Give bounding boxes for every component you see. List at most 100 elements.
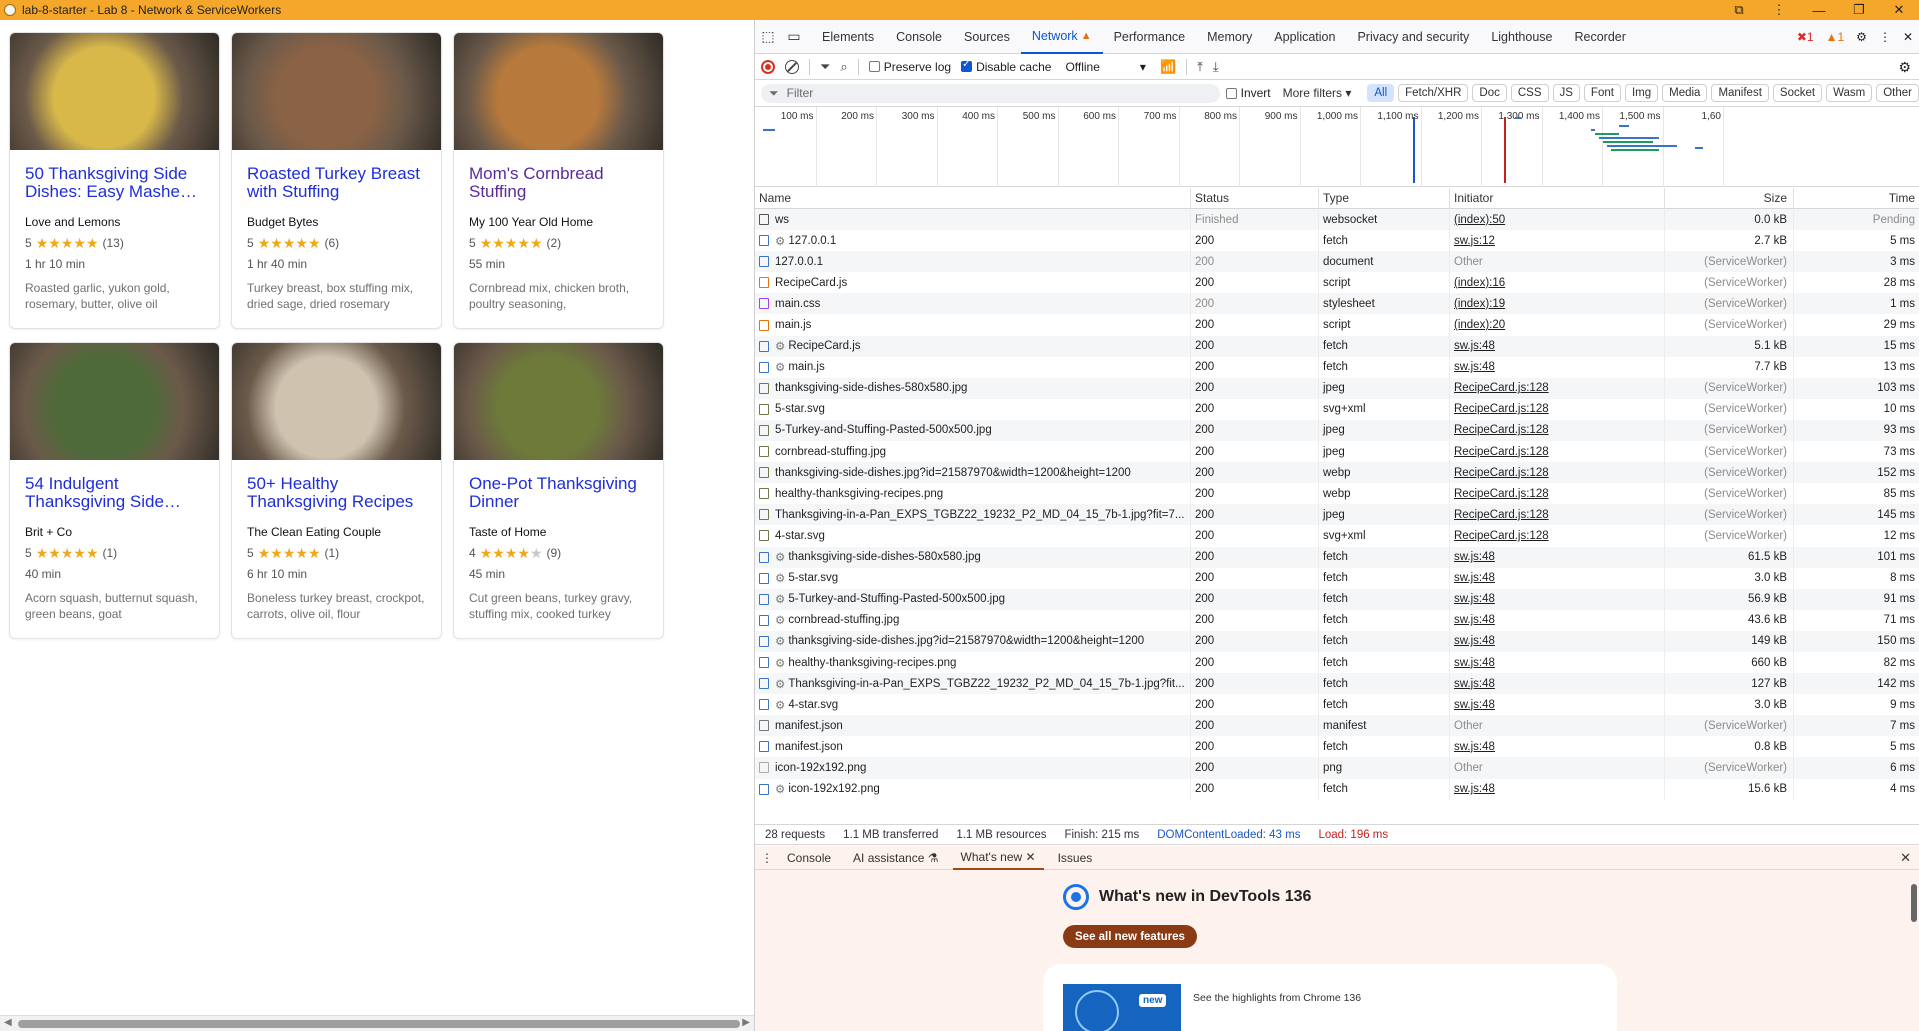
tab-privacy-and-security[interactable]: Privacy and security	[1346, 20, 1480, 54]
drawer-scrollbar[interactable]	[1909, 870, 1919, 1031]
devtools-menu-icon[interactable]: ⋮	[1879, 30, 1891, 44]
request-row[interactable]: thanksgiving-side-dishes-580x580.jpg 200…	[755, 377, 1919, 399]
initiator-cell[interactable]: sw.js:48	[1450, 546, 1665, 568]
request-row[interactable]: healthy-thanksgiving-recipes.png 200 web…	[755, 483, 1919, 505]
initiator-cell[interactable]: sw.js:48	[1450, 588, 1665, 610]
invert-checkbox[interactable]: Invert	[1225, 86, 1271, 100]
error-count[interactable]: ✖1	[1797, 30, 1814, 44]
initiator-link[interactable]: (index):16	[1454, 277, 1505, 289]
request-name-cell[interactable]: thanksgiving-side-dishes.jpg?id=21587970…	[755, 462, 1191, 484]
request-name-cell[interactable]: cornbread-stuffing.jpg	[755, 441, 1191, 463]
scroll-right-icon[interactable]: ▶	[742, 1017, 750, 1028]
request-name-cell[interactable]: ⚙ 4-star.svg	[755, 694, 1191, 716]
filter-chip-fetch-xhr[interactable]: Fetch/XHR	[1398, 84, 1469, 102]
request-name-cell[interactable]: ws	[755, 209, 1191, 231]
recipe-title-link[interactable]: 50+ Healthy Thanksgiving Recipes	[247, 475, 426, 513]
recipe-title-link[interactable]: One-Pot Thanksgiving Dinner	[469, 475, 648, 513]
filter-chip-js[interactable]: JS	[1552, 84, 1580, 102]
request-row[interactable]: main.js 200 script (index):20 (ServiceWo…	[755, 314, 1919, 336]
request-row[interactable]: ⚙ RecipeCard.js 200 fetch sw.js:48 5.1 kB…	[755, 335, 1919, 357]
initiator-cell[interactable]: sw.js:48	[1450, 356, 1665, 378]
initiator-link[interactable]: RecipeCard.js:128	[1454, 530, 1549, 542]
request-row[interactable]: thanksgiving-side-dishes.jpg?id=21587970…	[755, 462, 1919, 484]
highlights-card[interactable]: new See the highlights from Chrome 136	[1043, 964, 1617, 1031]
initiator-cell[interactable]: sw.js:48	[1450, 673, 1665, 695]
scrollbar-thumb[interactable]	[1911, 884, 1917, 922]
initiator-cell[interactable]: sw.js:48	[1450, 335, 1665, 357]
initiator-cell[interactable]: RecipeCard.js:128	[1450, 441, 1665, 463]
request-row[interactable]: ⚙ icon-192x192.png 200 fetch sw.js:48 15.…	[755, 778, 1919, 800]
tab-console[interactable]: Console	[885, 20, 953, 54]
checkbox-box[interactable]	[1225, 87, 1237, 99]
initiator-cell[interactable]: RecipeCard.js:128	[1450, 377, 1665, 399]
initiator-cell[interactable]: RecipeCard.js:128	[1450, 483, 1665, 505]
clear-icon[interactable]	[785, 59, 799, 74]
initiator-link[interactable]: sw.js:48	[1454, 551, 1495, 563]
tab-performance[interactable]: Performance	[1103, 20, 1197, 54]
request-row[interactable]: manifest.json 200 manifest Other (Servic…	[755, 715, 1919, 737]
request-name-cell[interactable]: RecipeCard.js	[755, 272, 1191, 294]
column-header-initiator[interactable]: Initiator	[1450, 187, 1665, 209]
initiator-link[interactable]: sw.js:48	[1454, 741, 1495, 753]
initiator-cell[interactable]: RecipeCard.js:128	[1450, 398, 1665, 420]
request-name-cell[interactable]: 127.0.0.1	[755, 251, 1191, 273]
initiator-link[interactable]: sw.js:48	[1454, 361, 1495, 373]
filter-chip-doc[interactable]: Doc	[1472, 84, 1507, 102]
initiator-cell[interactable]: sw.js:48	[1450, 630, 1665, 652]
column-header-size[interactable]: Size	[1665, 187, 1794, 209]
filter-chip-img[interactable]: Img	[1624, 84, 1659, 102]
filter-input[interactable]: ⏷ Filter	[761, 83, 1220, 103]
request-name-cell[interactable]: ⚙ thanksgiving-side-dishes.jpg?id=2158797…	[755, 630, 1191, 652]
request-row[interactable]: 5-star.svg 200 svg+xml RecipeCard.js:128…	[755, 398, 1919, 420]
see-all-features-button[interactable]: See all new features	[1063, 925, 1197, 948]
checkbox-box-checked[interactable]	[961, 59, 973, 72]
request-row[interactable]: ⚙ main.js 200 fetch sw.js:48 7.7 kB 13 ms	[755, 356, 1919, 378]
close-drawer-icon[interactable]: ✕	[1900, 850, 1911, 866]
request-row[interactable]: ⚙ 4-star.svg 200 fetch sw.js:48 3.0 kB 9 …	[755, 694, 1919, 716]
request-name-cell[interactable]: main.css	[755, 293, 1191, 315]
network-settings-icon[interactable]: ⚙	[1898, 59, 1911, 76]
initiator-link[interactable]: RecipeCard.js:128	[1454, 446, 1549, 458]
horizontal-scrollbar[interactable]: ◀ ▶	[0, 1015, 754, 1031]
recipe-card[interactable]: 50+ Healthy Thanksgiving Recipes The Cle…	[231, 342, 442, 639]
tab-recorder[interactable]: Recorder	[1563, 20, 1636, 54]
filter-chip-other[interactable]: Other	[1876, 84, 1919, 102]
request-name-cell[interactable]: 5-star.svg	[755, 398, 1191, 420]
recipe-title-link[interactable]: Roasted Turkey Breast with Stuffing	[247, 165, 426, 203]
initiator-cell[interactable]: (index):16	[1450, 272, 1665, 294]
initiator-cell[interactable]: (index):50	[1450, 209, 1665, 231]
import-har-icon[interactable]: ⤒	[1197, 59, 1203, 75]
close-window-button[interactable]: ✕	[1879, 2, 1919, 18]
tab-network[interactable]: Network ▲	[1020, 20, 1103, 54]
recipe-card[interactable]: 54 Indulgent Thanksgiving Side Dishes Br…	[9, 342, 220, 639]
drawer-tab-ai-assistance[interactable]: AI assistance ⚗	[845, 846, 946, 870]
initiator-link[interactable]: RecipeCard.js:128	[1454, 403, 1549, 415]
recipe-title-link[interactable]: 54 Indulgent Thanksgiving Side Dishes	[25, 475, 204, 513]
network-overview-timeline[interactable]: 100 ms 200 ms 300 ms 400 ms 500 ms 600 ms 700 …	[755, 107, 1919, 187]
initiator-cell[interactable]: sw.js:48	[1450, 736, 1665, 758]
recipe-card[interactable]: 50 Thanksgiving Side Dishes: Easy Mashed…	[9, 32, 220, 329]
recipe-title-link[interactable]: Mom's Cornbread Stuffing	[469, 165, 648, 203]
request-name-cell[interactable]: ⚙ healthy-thanksgiving-recipes.png	[755, 651, 1191, 674]
tab-application[interactable]: Application	[1263, 20, 1346, 54]
inspect-element-icon[interactable]: ⬚	[755, 28, 781, 45]
initiator-link[interactable]: sw.js:48	[1454, 635, 1495, 647]
initiator-cell[interactable]: RecipeCard.js:128	[1450, 504, 1665, 526]
initiator-link[interactable]: sw.js:48	[1454, 572, 1495, 584]
request-name-cell[interactable]: thanksgiving-side-dishes-580x580.jpg	[755, 377, 1191, 399]
throttling-select[interactable]: Offline ▾	[1061, 60, 1150, 74]
menu-icon[interactable]: ⋮	[1759, 2, 1799, 18]
request-name-cell[interactable]: 4-star.svg	[755, 525, 1191, 547]
initiator-link[interactable]: (index):20	[1454, 319, 1505, 331]
column-header-type[interactable]: Type	[1319, 187, 1450, 209]
scroll-left-icon[interactable]: ◀	[4, 1017, 12, 1028]
request-row[interactable]: 5-Turkey-and-Stuffing-Pasted-500x500.jpg…	[755, 419, 1919, 442]
request-row[interactable]: ⚙ 5-star.svg 200 fetch sw.js:48 3.0 kB 8 …	[755, 567, 1919, 589]
drawer-tab-whats-new[interactable]: What's new ✕	[952, 846, 1044, 870]
close-tab-icon[interactable]: ✕	[1026, 850, 1036, 864]
request-name-cell[interactable]: ⚙ 5-star.svg	[755, 567, 1191, 589]
request-name-cell[interactable]: ⚙ RecipeCard.js	[755, 335, 1191, 357]
request-name-cell[interactable]: ⚙ cornbread-stuffing.jpg	[755, 609, 1191, 631]
preserve-log-checkbox[interactable]: Preserve log	[868, 60, 951, 74]
settings-gear-icon[interactable]: ⚙	[1856, 30, 1867, 44]
